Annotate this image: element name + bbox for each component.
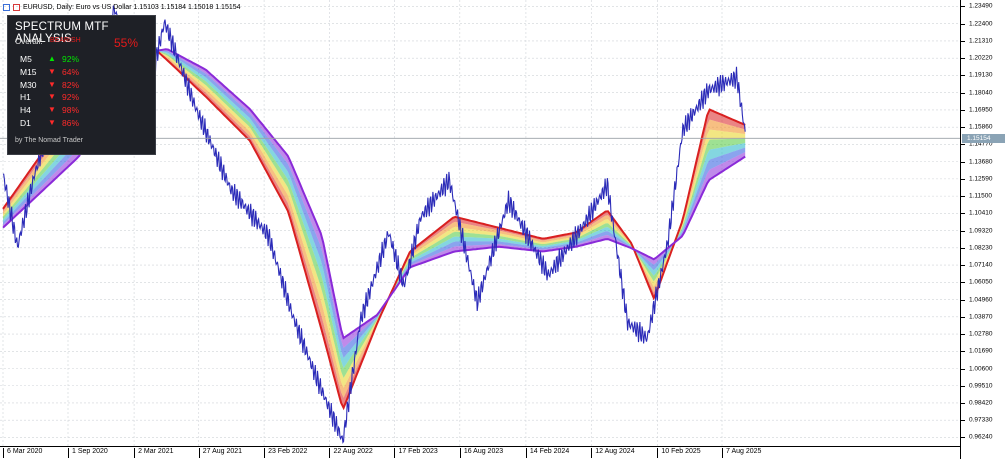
price-label: 1.18040 [969,89,993,97]
overall-state: BEARISH [50,37,81,44]
price-label: 1.07140 [969,261,993,269]
price-tick [961,368,965,370]
price-tick [961,282,965,284]
timeframe-label: M15 [20,66,37,77]
overall-label: Overall: [15,37,43,46]
timeframe-percent: 86% [62,118,80,128]
price-tick [961,316,965,318]
arrow-down-icon: ▼ [48,92,56,102]
price-tick [961,144,965,146]
price-tick [961,161,965,163]
price-tick [961,437,965,439]
time-label: 10 Feb 2025 [657,448,701,458]
price-tick [961,299,965,301]
price-label: 1.21310 [969,37,993,45]
price-label: 1.11500 [969,192,993,200]
timeframe-row-m15: M15 ▼ 64% [20,67,140,79]
time-label: 2 Mar 2021 [134,448,174,458]
price-label: 1.12590 [969,175,993,183]
price-label: 1.01690 [969,347,993,355]
time-label: 12 Aug 2024 [591,448,635,458]
time-label: 1 Sep 2020 [68,448,108,458]
price-label: 1.20220 [969,54,993,62]
price-tick [961,40,965,42]
price-tick [961,23,965,25]
arrow-down-icon: ▼ [48,66,56,76]
price-label: 1.16950 [969,106,993,114]
arrow-down-icon: ▼ [48,79,56,89]
time-label: 6 Mar 2020 [3,448,42,458]
timeframe-percent: 82% [62,79,80,90]
timeframe-label: H4 [20,105,31,116]
price-tick [961,351,965,353]
price-label: 1.06050 [969,278,993,286]
timeframe-label: M5 [20,54,32,64]
timeframe-percent: 64% [62,66,80,77]
timeframe-percent: 98% [62,105,80,116]
price-tick [961,75,965,77]
time-label: 7 Aug 2025 [722,448,761,458]
timeframe-row-m30: M30 ▼ 82% [20,80,140,92]
time-label: 23 Feb 2022 [264,448,307,458]
time-label: 16 Aug 2023 [459,448,503,458]
time-label: 22 Aug 2022 [329,448,373,458]
timeframe-label: M30 [20,79,37,90]
timeframe-row-d1: D1 ▼ 86% [20,118,140,130]
time-label: 27 Aug 2021 [198,448,242,458]
price-tick [961,247,965,249]
price-label: 1.09320 [969,227,993,235]
panel-credit: by The Nomad Trader [15,137,83,144]
price-label: 1.13680 [969,158,993,166]
price-tick [961,196,965,198]
time-label: 14 Feb 2024 [525,448,569,458]
time-label: 17 Feb 2023 [394,448,438,458]
price-tick [961,334,965,336]
price-tick [961,178,965,180]
price-label: 0.98420 [969,399,993,407]
chart-window-icon[interactable] [3,3,10,11]
price-label: 1.02780 [969,330,993,338]
arrow-down-icon: ▼ [48,105,56,115]
price-axis[interactable]: 1.23490 1.22400 1.21310 1.20220 1.19130 1.180… [960,0,1005,459]
timeframe-percent: 92% [62,54,80,64]
chart-close-icon[interactable] [13,3,20,11]
price-label: 0.97330 [969,416,993,424]
timeframe-label: H1 [20,92,31,103]
price-tick [961,213,965,215]
price-label: 1.19130 [969,71,993,79]
price-tick [961,265,965,267]
overall-percent: 55% [114,36,139,50]
price-label: 1.15860 [969,123,993,131]
price-label: 0.99510 [969,382,993,390]
price-label: 1.22400 [969,20,993,28]
price-label: 1.04960 [969,296,993,304]
price-label: 1.10410 [969,209,993,217]
timeframe-row-h1: H1 ▼ 92% [20,92,140,104]
price-tick [961,230,965,232]
timeframe-percent: 92% [62,92,80,103]
price-label: 1.00600 [969,365,993,372]
chart-title: EURUSD, Daily: Euro vs US Dollar 1.15103… [23,3,241,11]
price-tick [961,127,965,129]
arrow-up-icon: ▲ [48,54,56,63]
time-axis[interactable]: 6 Mar 2020 1 Sep 2020 2 Mar 2021 27 Aug 202… [0,446,960,459]
price-label: 0.96240 [969,433,993,441]
price-tick [961,420,965,422]
spectrum-mtf-panel: SPECTRUM MTF ANALYSIS Overall: BEARISH 5… [7,15,156,155]
timeframe-row-m5: M5 ▲ 92% [20,54,140,66]
timeframe-label: D1 [20,118,31,128]
chart-header: EURUSD, Daily: Euro vs US Dollar 1.15103… [0,0,963,14]
arrow-down-icon: ▼ [48,118,56,127]
price-tick [961,402,965,404]
price-label: 1.08230 [969,244,993,252]
current-price-label: 1.15154 [962,133,1005,143]
price-tick [961,109,965,111]
price-tick [961,385,965,387]
timeframe-row-h4: H4 ▼ 98% [20,105,140,117]
price-tick [961,92,965,94]
price-label: 1.03870 [969,313,993,321]
price-label: 1.23490 [969,2,993,10]
price-tick [961,58,965,60]
